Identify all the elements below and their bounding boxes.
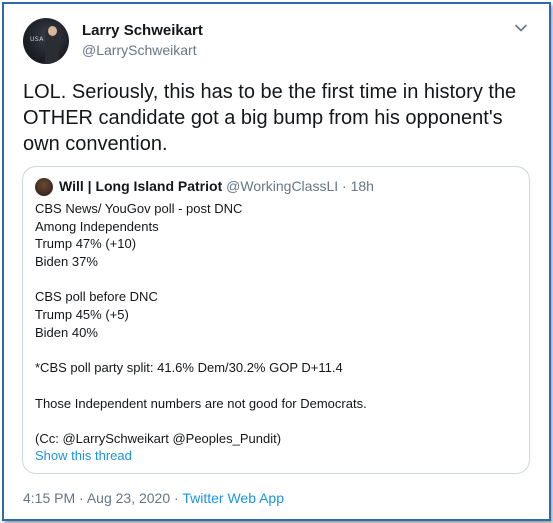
- chevron-down-icon[interactable]: [513, 20, 529, 36]
- quoted-line: CBS poll before DNC: [35, 289, 158, 305]
- quoted-line: Biden 40%: [35, 324, 98, 340]
- quoted-author-name[interactable]: Will | Long Island Patriot: [59, 178, 222, 194]
- quoted-line: [35, 412, 367, 430]
- quoted-avatar[interactable]: [35, 178, 53, 196]
- tweet-card: USA Larry Schweikart @LarrySchweikart LO…: [2, 2, 551, 521]
- quoted-line: CBS News/ YouGov poll - post DNC: [35, 201, 243, 216]
- author-avatar[interactable]: USA: [23, 18, 69, 64]
- quoted-line: [35, 271, 367, 289]
- tweet-text: LOL. Seriously, this has to be the first…: [23, 81, 517, 155]
- tweet-footer: 4:15 PM · Aug 23, 2020 · Twitter Web App: [23, 490, 284, 506]
- tweet-source-link[interactable]: Twitter Web App: [182, 490, 284, 506]
- show-thread-link[interactable]: Show this thread: [35, 448, 132, 463]
- footer-separator: ·: [79, 490, 84, 506]
- tweet-date[interactable]: Aug 23, 2020: [87, 490, 170, 506]
- avatar-text: USA: [30, 36, 44, 43]
- quoted-time[interactable]: 18h: [351, 178, 374, 194]
- quoted-separator: ·: [342, 178, 347, 194]
- tweet-time[interactable]: 4:15 PM: [23, 490, 75, 506]
- quoted-line: [35, 342, 367, 360]
- quoted-line: Trump 47% (+10): [35, 236, 137, 252]
- quoted-author-handle[interactable]: @WorkingClassLI: [226, 178, 338, 194]
- quoted-body: CBS News/ YouGov poll - post DNC Among I…: [35, 200, 367, 448]
- quoted-line: Those Independent numbers are not good f…: [35, 395, 367, 411]
- quoted-line: Trump 45% (+5): [35, 307, 129, 323]
- author-handle[interactable]: @LarrySchweikart: [82, 42, 197, 58]
- quoted-line: (Cc: @LarrySchweikart @Peoples_Pundit): [35, 430, 282, 446]
- quoted-line: *CBS poll party split: 41.6% Dem/30.2% G…: [35, 360, 343, 376]
- footer-separator: ·: [174, 490, 179, 506]
- quoted-line: Among Independents: [35, 218, 159, 234]
- quoted-header: Will | Long Island Patriot @WorkingClass…: [59, 178, 374, 194]
- quoted-tweet[interactable]: Will | Long Island Patriot @WorkingClass…: [22, 166, 530, 474]
- avatar-face: [48, 26, 57, 36]
- author-name[interactable]: Larry Schweikart: [82, 22, 203, 39]
- quoted-line: Biden 37%: [35, 254, 98, 270]
- quoted-line: [35, 377, 367, 395]
